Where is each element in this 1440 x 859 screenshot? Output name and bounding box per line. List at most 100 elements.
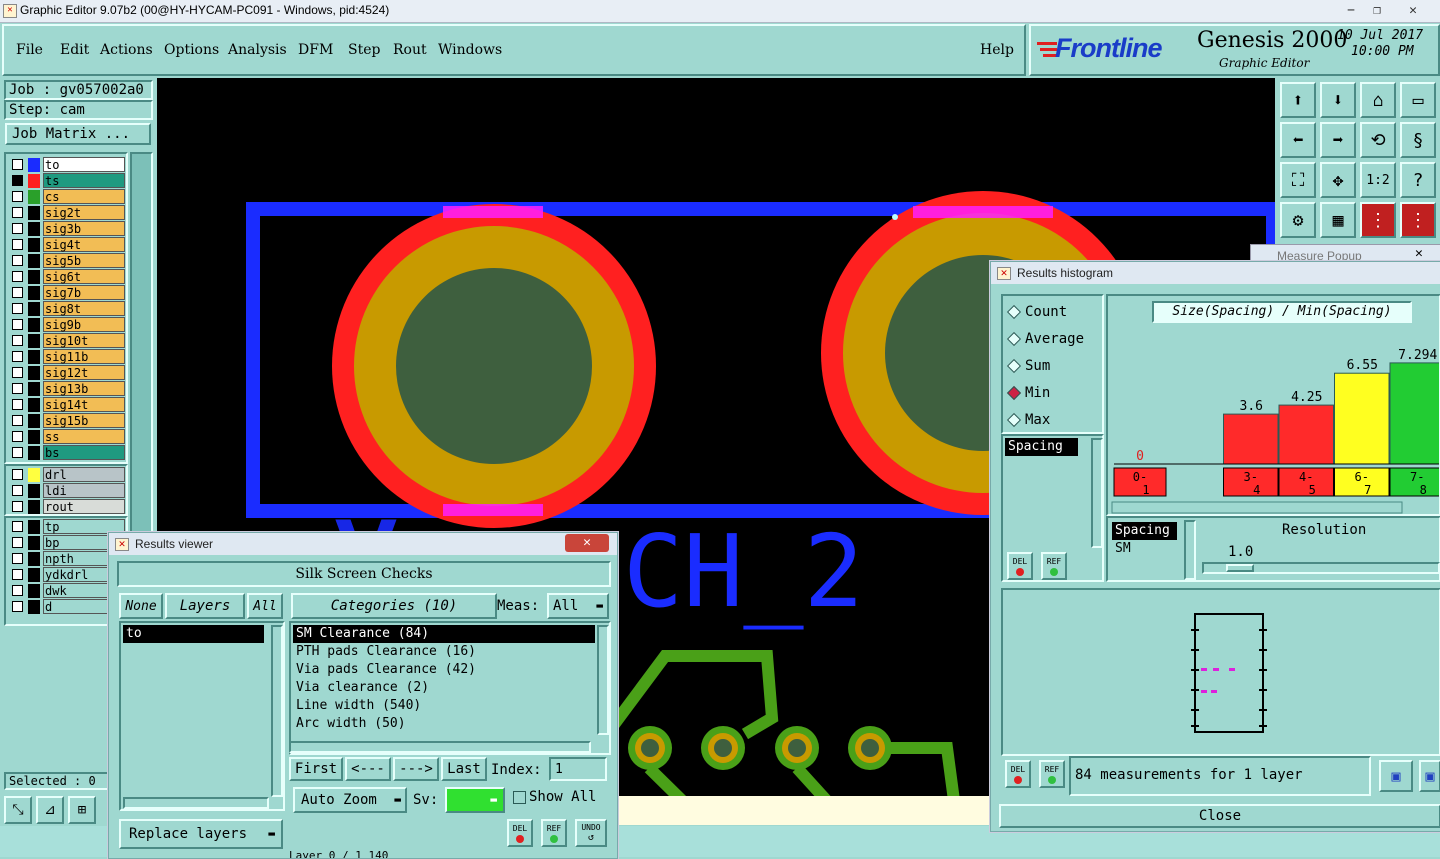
layer-checkbox[interactable] xyxy=(12,399,23,410)
histogram-export2-button[interactable]: ▣ xyxy=(1419,760,1440,792)
categories-list[interactable]: SM Clearance (84) PTH pads Clearance (16)… xyxy=(293,625,595,753)
grid-tool-button[interactable]: ⊞ xyxy=(68,796,96,824)
index-input[interactable] xyxy=(549,757,607,781)
replace-layers-dropdown[interactable]: Replace layers ▬ xyxy=(119,819,283,849)
window-close-button[interactable]: ✕ xyxy=(1390,0,1436,20)
layer-row-sig15b[interactable]: sig15b xyxy=(8,413,125,429)
histogram-bar[interactable] xyxy=(1223,413,1279,465)
layer-checkbox[interactable] xyxy=(12,431,23,442)
layer-row-bs[interactable]: bs xyxy=(8,445,125,461)
layer-checkbox[interactable] xyxy=(12,383,23,394)
resolution-slider-handle[interactable] xyxy=(1226,564,1254,572)
layer-checkbox[interactable] xyxy=(12,191,23,202)
layer-checkbox[interactable] xyxy=(12,335,23,346)
menu-rout[interactable]: Rout xyxy=(393,42,427,58)
layer-checkbox[interactable] xyxy=(12,585,23,596)
settings-button[interactable]: ⚙ xyxy=(1280,202,1316,238)
last-button[interactable]: Last xyxy=(441,757,487,781)
spacing-list-2[interactable]: Spacing SM xyxy=(1112,522,1182,576)
menu-dfm[interactable]: DFM xyxy=(298,42,333,58)
menu-help[interactable]: Help xyxy=(980,42,1014,58)
stat-radio[interactable] xyxy=(1006,412,1022,428)
layer-results-hscroll[interactable] xyxy=(123,797,269,809)
layer-checkbox[interactable] xyxy=(12,569,23,580)
help-button[interactable]: ? xyxy=(1400,162,1436,198)
rotate-button[interactable]: ⟲ xyxy=(1360,122,1396,158)
preview-ref-button[interactable]: REF xyxy=(1039,760,1065,788)
stat-radio[interactable] xyxy=(1006,304,1022,320)
layer-checkbox[interactable] xyxy=(12,537,23,548)
measure-tool-button[interactable]: ⊿ xyxy=(36,796,64,824)
layer-results-list[interactable]: to xyxy=(123,625,269,797)
spacing-list-item[interactable]: Spacing xyxy=(1005,438,1078,456)
zoom-up-button[interactable]: ⬆ xyxy=(1280,82,1316,118)
viewer-close-button[interactable]: ✕ xyxy=(565,534,609,552)
stat-option-max[interactable]: Max xyxy=(1003,410,1103,432)
stat-option-average[interactable]: Average xyxy=(1003,329,1103,351)
spacing-list2-item-1[interactable]: SM xyxy=(1112,540,1182,558)
layer-checkbox[interactable] xyxy=(12,521,23,532)
layer-checkbox[interactable] xyxy=(12,351,23,362)
category-item[interactable]: SM Clearance (84) xyxy=(293,625,595,643)
resolution-slider[interactable] xyxy=(1202,562,1440,574)
layers-button[interactable]: Layers xyxy=(165,593,245,619)
histogram-ref-button[interactable]: REF xyxy=(1041,552,1067,580)
layer-checkbox[interactable] xyxy=(12,303,23,314)
categories-button[interactable]: Categories (10) xyxy=(291,593,497,619)
first-button[interactable]: First xyxy=(289,757,343,781)
layer-result-item[interactable]: to xyxy=(123,625,264,643)
layer-row-sig5b[interactable]: sig5b xyxy=(8,253,125,269)
preview-del-button[interactable]: DEL xyxy=(1005,760,1031,788)
layer-checkbox[interactable] xyxy=(12,287,23,298)
menu-analysis[interactable]: Analysis xyxy=(228,42,287,58)
measure-popup-close-icon[interactable]: ✕ xyxy=(1415,246,1423,261)
stat-option-count[interactable]: Count xyxy=(1003,302,1103,324)
menu-options[interactable]: Options xyxy=(164,42,219,58)
viewer-del-button[interactable]: DEL xyxy=(507,819,533,847)
layer-checkbox[interactable] xyxy=(12,223,23,234)
window-button[interactable]: ▭ xyxy=(1400,82,1436,118)
layer-checkbox[interactable] xyxy=(12,239,23,250)
layer-row-sig4t[interactable]: sig4t xyxy=(8,237,125,253)
layers-all-button[interactable]: All xyxy=(247,593,283,619)
categories-vscroll[interactable] xyxy=(597,625,609,735)
histogram-bar[interactable] xyxy=(1278,404,1334,465)
layer-row-sig3b[interactable]: sig3b xyxy=(8,221,125,237)
layer-row-to[interactable]: to xyxy=(8,157,125,173)
menu-step[interactable]: Step xyxy=(348,42,380,58)
layer-checkbox[interactable] xyxy=(12,175,23,186)
stat-option-min[interactable]: Min xyxy=(1003,383,1103,405)
severity-dropdown[interactable]: ▬ xyxy=(445,787,505,813)
layer-checkbox[interactable] xyxy=(12,485,23,496)
histogram-bar[interactable] xyxy=(1389,362,1440,465)
next-button[interactable]: ---> xyxy=(393,757,439,781)
layer-checkbox[interactable] xyxy=(12,415,23,426)
layer-checkbox[interactable] xyxy=(12,159,23,170)
flip-button[interactable]: § xyxy=(1400,122,1436,158)
layer-row-ldi[interactable]: ldi xyxy=(8,483,125,499)
viewer-ref-button[interactable]: REF xyxy=(541,819,567,847)
grid-view-button[interactable]: ▦ xyxy=(1320,202,1356,238)
layer-results-vscroll[interactable] xyxy=(271,625,283,797)
layer-checkbox[interactable] xyxy=(12,367,23,378)
categories-hscroll[interactable] xyxy=(289,741,591,753)
layer-checkbox[interactable] xyxy=(12,501,23,512)
spacing-list2-scrollbar[interactable] xyxy=(1184,520,1196,580)
layer-checkbox[interactable] xyxy=(12,469,23,480)
layer-row-sig12t[interactable]: sig12t xyxy=(8,365,125,381)
layer-checkbox[interactable] xyxy=(12,255,23,266)
layers-none-button[interactable]: None xyxy=(119,593,163,619)
layer-row-sig11b[interactable]: sig11b xyxy=(8,349,125,365)
layer-row-sig6t[interactable]: sig6t xyxy=(8,269,125,285)
stat-radio[interactable] xyxy=(1006,331,1022,347)
fit-button[interactable]: ⛶ xyxy=(1280,162,1316,198)
pan-left-button[interactable]: ⬅ xyxy=(1280,122,1316,158)
category-item[interactable]: Arc width (50) xyxy=(293,715,595,733)
category-item[interactable]: Via pads Clearance (42) xyxy=(293,661,595,679)
menu-windows[interactable]: Windows xyxy=(438,42,502,58)
layer-checkbox[interactable] xyxy=(12,207,23,218)
center-button[interactable]: ✥ xyxy=(1320,162,1356,198)
layer-row-cs[interactable]: cs xyxy=(8,189,125,205)
layer-row-sig7b[interactable]: sig7b xyxy=(8,285,125,301)
layer-row-drl[interactable]: drl xyxy=(8,467,125,483)
